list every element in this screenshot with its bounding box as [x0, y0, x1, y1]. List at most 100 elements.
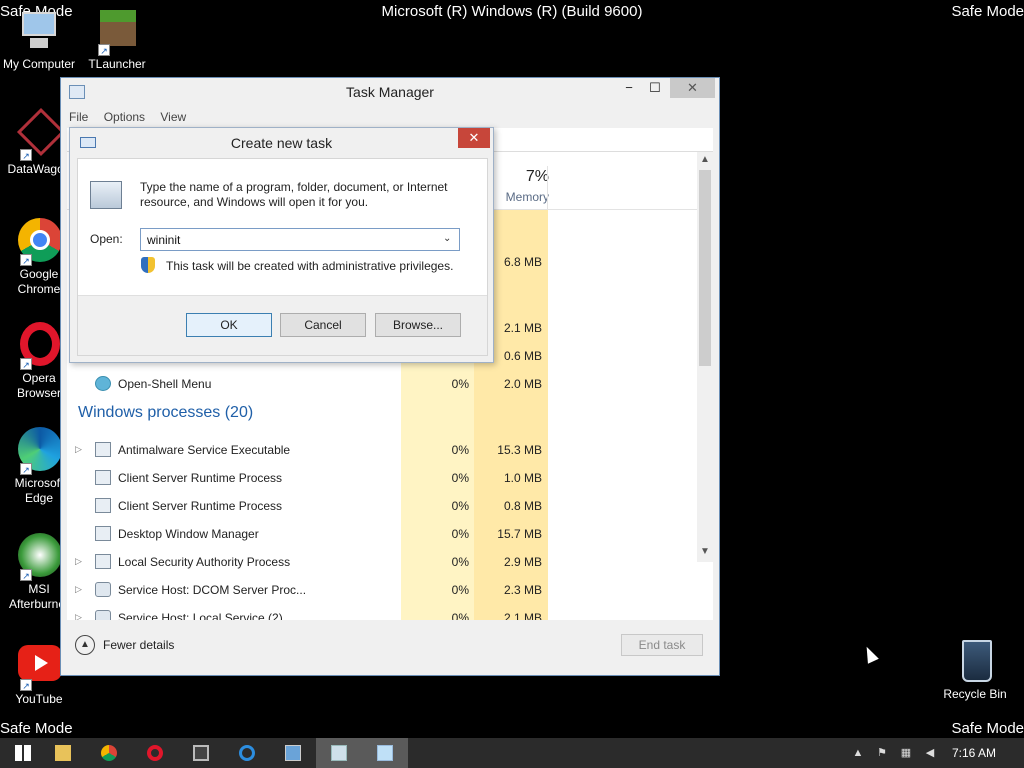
volume-muted-icon[interactable]: ◀: [923, 746, 937, 760]
window-icon: [193, 745, 209, 761]
expand-chevron-icon[interactable]: ▷: [75, 584, 82, 595]
process-cpu: 0%: [451, 443, 469, 457]
taskbar-internet-explorer[interactable]: [224, 738, 270, 768]
safe-mode-label: Safe Mode: [0, 720, 73, 737]
taskbar-control-panel[interactable]: [270, 738, 316, 768]
table-row[interactable]: ▷ Service Host: Local Service (2) 0% 2.1…: [67, 604, 697, 620]
minecraft-block-icon: ↗: [94, 8, 140, 56]
taskbar-task-manager[interactable]: [316, 738, 362, 768]
cancel-button[interactable]: Cancel: [280, 313, 366, 337]
desktop-icon-label: Microsoft Edge: [14, 476, 64, 505]
open-input[interactable]: [140, 228, 460, 251]
minimize-button[interactable]: −: [616, 78, 642, 98]
shortcut-arrow-icon: ↗: [20, 569, 32, 581]
open-shell-icon: [95, 376, 111, 391]
process-name: Client Server Runtime Process: [118, 471, 283, 485]
desktop-icon-label: TLauncher: [88, 57, 146, 71]
menu-options[interactable]: Options: [104, 106, 145, 128]
maximize-button[interactable]: ☐: [642, 78, 668, 98]
menu-view[interactable]: View: [160, 106, 186, 128]
shortcut-arrow-icon: ↗: [20, 679, 32, 691]
expand-chevron-icon[interactable]: ▷: [75, 556, 82, 567]
taskbar-run-dialog[interactable]: [362, 738, 408, 768]
scroll-thumb[interactable]: [699, 170, 711, 366]
process-memory: 15.7 MB: [497, 527, 542, 541]
shortcut-arrow-icon: ↗: [20, 149, 32, 161]
gear-icon: [95, 582, 111, 597]
show-hidden-icons-chevron-icon[interactable]: ▲: [851, 746, 865, 760]
network-icon[interactable]: ▦: [899, 746, 913, 760]
taskbar-opera[interactable]: [132, 738, 178, 768]
desktop[interactable]: { "banner": { "build": "Microsoft (R) Wi…: [0, 0, 1024, 768]
desktop-icon-label: My Computer: [2, 57, 76, 71]
action-center-flag-icon[interactable]: ⚑: [875, 746, 889, 760]
desktop-icon-label: Google Chrome: [17, 267, 61, 296]
taskbar-window-app[interactable]: [178, 738, 224, 768]
shortcut-arrow-icon: ↗: [20, 254, 32, 266]
task-manager-icon: [331, 745, 347, 761]
chevron-down-icon[interactable]: ⌄: [443, 233, 451, 244]
ok-button[interactable]: OK: [186, 313, 272, 337]
process-memory: 2.3 MB: [503, 583, 542, 597]
close-button[interactable]: ✕: [670, 78, 715, 98]
process-cpu: 0%: [451, 555, 469, 569]
process-cpu: 0%: [451, 611, 469, 620]
windows-logo-icon: [15, 745, 31, 761]
memory-column-header[interactable]: Memory: [489, 190, 549, 204]
dialog-close-button[interactable]: ✕: [458, 128, 490, 148]
task-manager-titlebar[interactable]: Task Manager − ☐ ✕: [61, 78, 719, 106]
taskbar-file-explorer[interactable]: [40, 738, 86, 768]
menu-bar: File Options View: [61, 106, 719, 128]
process-cpu: 0%: [451, 583, 469, 597]
process-icon: [95, 526, 111, 541]
desktop-icon-my-computer[interactable]: My Computer: [0, 8, 78, 72]
expand-chevron-icon[interactable]: ▷: [75, 612, 82, 620]
memory-percent: 7%: [525, 168, 549, 185]
shortcut-arrow-icon: ↗: [98, 44, 110, 56]
scroll-down-icon[interactable]: ▼: [697, 546, 713, 557]
gear-icon: [95, 610, 111, 620]
table-row[interactable]: Desktop Window Manager 0% 15.7 MB: [67, 520, 697, 548]
process-name: Service Host: Local Service (2): [118, 611, 283, 620]
computer-icon: [16, 8, 62, 54]
table-row[interactable]: Client Server Runtime Process 0% 1.0 MB: [67, 464, 697, 492]
table-row[interactable]: ▷ Local Security Authority Process 0% 2.…: [67, 548, 697, 576]
recycle-bin-icon: [952, 638, 998, 684]
run-icon: [377, 745, 393, 761]
process-name: Open-Shell Menu: [118, 377, 212, 391]
process-name: Service Host: DCOM Server Proc...: [118, 583, 307, 597]
table-row[interactable]: Open-Shell Menu 0% 2.0 MB: [67, 370, 697, 398]
fewer-details-link[interactable]: Fewer details: [103, 638, 174, 652]
table-row[interactable]: Client Server Runtime Process 0% 0.8 MB: [67, 492, 697, 520]
desktop-icon-tlauncher[interactable]: ↗ TLauncher: [78, 8, 156, 72]
taskbar-clock[interactable]: 7:16 AM: [952, 746, 996, 760]
process-name: Antimalware Service Executable: [118, 443, 291, 457]
table-row[interactable]: ▷ Service Host: DCOM Server Proc... 0% 2…: [67, 576, 697, 604]
menu-file[interactable]: File: [69, 106, 88, 128]
browse-button[interactable]: Browse...: [375, 313, 461, 337]
datawagon-icon: ↗: [16, 107, 66, 161]
desktop-icon-label: Recycle Bin: [943, 687, 1007, 701]
scroll-up-icon[interactable]: ▲: [697, 154, 713, 165]
process-icon: [95, 442, 111, 457]
chevron-up-icon[interactable]: ▲: [75, 635, 95, 655]
process-name: Desktop Window Manager: [118, 527, 259, 541]
desktop-icon-label: YouTube: [15, 692, 63, 706]
vertical-scrollbar[interactable]: ▲ ▼: [697, 152, 713, 562]
dialog-description: Type the name of a program, folder, docu…: [140, 180, 448, 209]
process-memory: 2.1 MB: [503, 611, 542, 620]
table-row[interactable]: ▷ Antimalware Service Executable 0% 15.3…: [67, 436, 697, 464]
dialog-titlebar[interactable]: Create new task ✕: [70, 128, 493, 156]
column-divider: [547, 166, 548, 210]
desktop-icon-recycle-bin[interactable]: Recycle Bin: [936, 638, 1014, 702]
end-task-button[interactable]: End task: [621, 634, 703, 656]
run-program-icon: [90, 181, 122, 209]
process-icon: [95, 470, 111, 485]
open-label: Open:: [90, 232, 123, 246]
create-new-task-dialog[interactable]: Create new task ✕ Type the name of a pro…: [69, 127, 494, 363]
chrome-icon: [101, 745, 117, 761]
desktop-icon-label: Opera Browser: [16, 371, 61, 400]
task-manager-footer: ▲ Fewer details End task: [61, 628, 721, 668]
expand-chevron-icon[interactable]: ▷: [75, 444, 82, 455]
taskbar-chrome[interactable]: [86, 738, 132, 768]
